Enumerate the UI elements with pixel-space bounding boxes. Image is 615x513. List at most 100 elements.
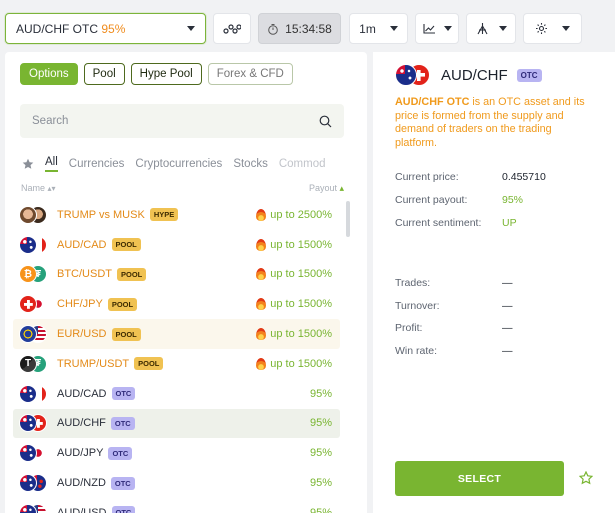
- current-payout-row: Current payout: 95%: [395, 194, 524, 206]
- tab-stocks[interactable]: Stocks: [233, 158, 268, 170]
- asset-hype-badge: HYPE: [149, 208, 179, 222]
- asset-list-panel: Options Pool Hype Pool Forex & CFD Search A…: [5, 52, 367, 513]
- filter-chips: Options Pool Hype Pool Forex & CFD: [20, 63, 293, 85]
- asset-pool-badge: POOL: [111, 238, 141, 252]
- stopwatch-icon: [268, 23, 278, 35]
- asset-payout: up to 2500%: [256, 208, 332, 221]
- gear-icon: [536, 23, 547, 34]
- asset-row[interactable]: T ₮ TRUMP/USDT POOL up to 1500%: [13, 349, 340, 379]
- turnover-row: Turnover: —: [395, 300, 513, 312]
- asset-name: AUD/CHF: [57, 417, 106, 430]
- asset-row[interactable]: AUD/NZD OTC 95%: [13, 468, 340, 498]
- drawing-tools-dropdown[interactable]: [466, 13, 516, 44]
- asset-row[interactable]: AUD/USD OTC 95%: [13, 498, 340, 513]
- fire-icon: [256, 238, 267, 251]
- timeframe-dropdown[interactable]: 1m: [349, 13, 408, 44]
- flag-au-icon: [19, 235, 37, 254]
- asset-row[interactable]: AUD/JPY OTC 95%: [13, 438, 340, 468]
- current-sentiment-row: Current sentiment: UP: [395, 217, 517, 229]
- asset-name: BTC/USDT: [57, 268, 112, 281]
- chart-type-dropdown[interactable]: [415, 13, 459, 44]
- column-payout[interactable]: Payout: [309, 183, 344, 194]
- asset-payout-value: 95%: [309, 417, 332, 430]
- tab-commod[interactable]: Commod: [279, 158, 326, 170]
- detail-description: AUD/CHF OTC is an OTC asset and its pric…: [395, 96, 585, 149]
- asset-dropdown-label: AUD/CHF OTC 95%: [16, 21, 126, 36]
- favorite-star-icon[interactable]: [579, 471, 593, 485]
- asset-row[interactable]: EUR/USD POOL up to 1500%: [13, 319, 340, 349]
- drawing-tools-icon: [477, 23, 487, 35]
- asset-pool-badge: POOL: [134, 357, 164, 371]
- asset-flags: [19, 414, 49, 433]
- detail-otc-badge: OTC: [516, 68, 542, 82]
- filter-chip-options[interactable]: Options: [20, 63, 78, 85]
- asset-payout-value: 95%: [309, 387, 332, 400]
- favorites-star-icon[interactable]: [22, 158, 34, 170]
- tab-currencies[interactable]: Currencies: [69, 158, 125, 170]
- fire-icon: [256, 357, 267, 370]
- asset-flags: [19, 444, 49, 463]
- asset-payout-value: 95%: [309, 477, 332, 490]
- chevron-down-icon: [389, 26, 398, 31]
- filter-chip-pool[interactable]: Pool: [83, 63, 125, 85]
- timeframe-label: 1m: [359, 21, 376, 36]
- asset-name: AUD/CAD: [57, 387, 107, 400]
- asset-flags: T ₮: [19, 354, 49, 373]
- asset-row[interactable]: CHF/JPY POOL up to 1500%: [13, 289, 340, 319]
- turnover-value: —: [502, 300, 513, 312]
- asset-payout: up to 1500%: [256, 357, 332, 370]
- filter-chip-hype-pool[interactable]: Hype Pool: [130, 63, 202, 85]
- asset-name: AUD/NZD: [57, 477, 106, 490]
- detail-flags: [395, 64, 430, 86]
- asset-payout-value: up to 1500%: [270, 268, 332, 281]
- asset-row[interactable]: AUD/CAD OTC 95%: [13, 379, 340, 409]
- asset-payout-value: up to 1500%: [270, 357, 332, 370]
- asset-name: AUD/JPY: [57, 447, 104, 460]
- settings-dropdown[interactable]: [523, 13, 582, 44]
- asset-otc-badge: OTC: [108, 446, 133, 460]
- asset-row[interactable]: TRUMP vs MUSK HYPE up to 2500%: [13, 200, 340, 230]
- current-sentiment-value: UP: [502, 217, 517, 229]
- asset-payout: 95%: [310, 417, 332, 429]
- asset-row[interactable]: AUD/CAD POOL up to 1500%: [13, 230, 340, 260]
- flag-au-icon: [395, 64, 417, 86]
- time-button[interactable]: 15:34:58: [258, 13, 341, 44]
- asset-dropdown[interactable]: AUD/CHF OTC 95%: [5, 13, 206, 44]
- select-button[interactable]: SELECT: [395, 461, 564, 496]
- line-chart-icon: [422, 24, 435, 34]
- asset-payout: up to 1500%: [256, 298, 332, 311]
- fire-icon: [256, 268, 267, 281]
- search-input[interactable]: Search: [20, 104, 344, 138]
- asset-payout-value: up to 1500%: [270, 298, 332, 311]
- asset-row[interactable]: AUD/CHF OTC 95%: [13, 408, 340, 439]
- trades-row: Trades: —: [395, 277, 513, 289]
- search-icon: [319, 115, 332, 127]
- asset-name: CHF/JPY: [57, 298, 103, 311]
- category-tabs: All Currencies Cryptocurrencies Stocks Commo…: [22, 154, 334, 174]
- asset-name: EUR/USD: [57, 328, 107, 341]
- asset-payout: 95%: [310, 477, 332, 489]
- list-scrollbar[interactable]: [346, 201, 350, 237]
- chevron-down-icon: [187, 26, 195, 31]
- asset-payout: up to 1500%: [256, 268, 332, 281]
- tab-all[interactable]: All: [45, 156, 58, 172]
- indicators-button[interactable]: [213, 13, 251, 44]
- asset-pool-badge: POOL: [111, 327, 141, 341]
- chevron-down-icon: [498, 26, 507, 31]
- asset-row[interactable]: ₿ ₮ BTC/USDT POOL up to 1500%: [13, 260, 340, 290]
- filter-chip-forex-cfd[interactable]: Forex & CFD: [207, 63, 293, 85]
- flag-eu-icon: [19, 325, 37, 344]
- asset-flags: [19, 205, 49, 224]
- chevron-down-icon: [443, 26, 452, 31]
- asset-picker-screen: AUD/CHF OTC 95% 15:34:58 1m Options Pool H…: [0, 0, 615, 513]
- asset-payout-value: 95%: [309, 506, 332, 513]
- fire-icon: [256, 208, 267, 221]
- trades-value: —: [502, 277, 513, 289]
- profit-value: —: [502, 322, 513, 334]
- tab-cryptocurrencies[interactable]: Cryptocurrencies: [135, 158, 222, 170]
- asset-otc-badge: OTC: [110, 416, 135, 430]
- detail-header: AUD/CHF OTC: [395, 64, 542, 86]
- asset-flags: [19, 295, 49, 314]
- list-column-header: Name ▴▾ Payout: [21, 183, 344, 194]
- column-name[interactable]: Name ▴▾: [21, 183, 56, 194]
